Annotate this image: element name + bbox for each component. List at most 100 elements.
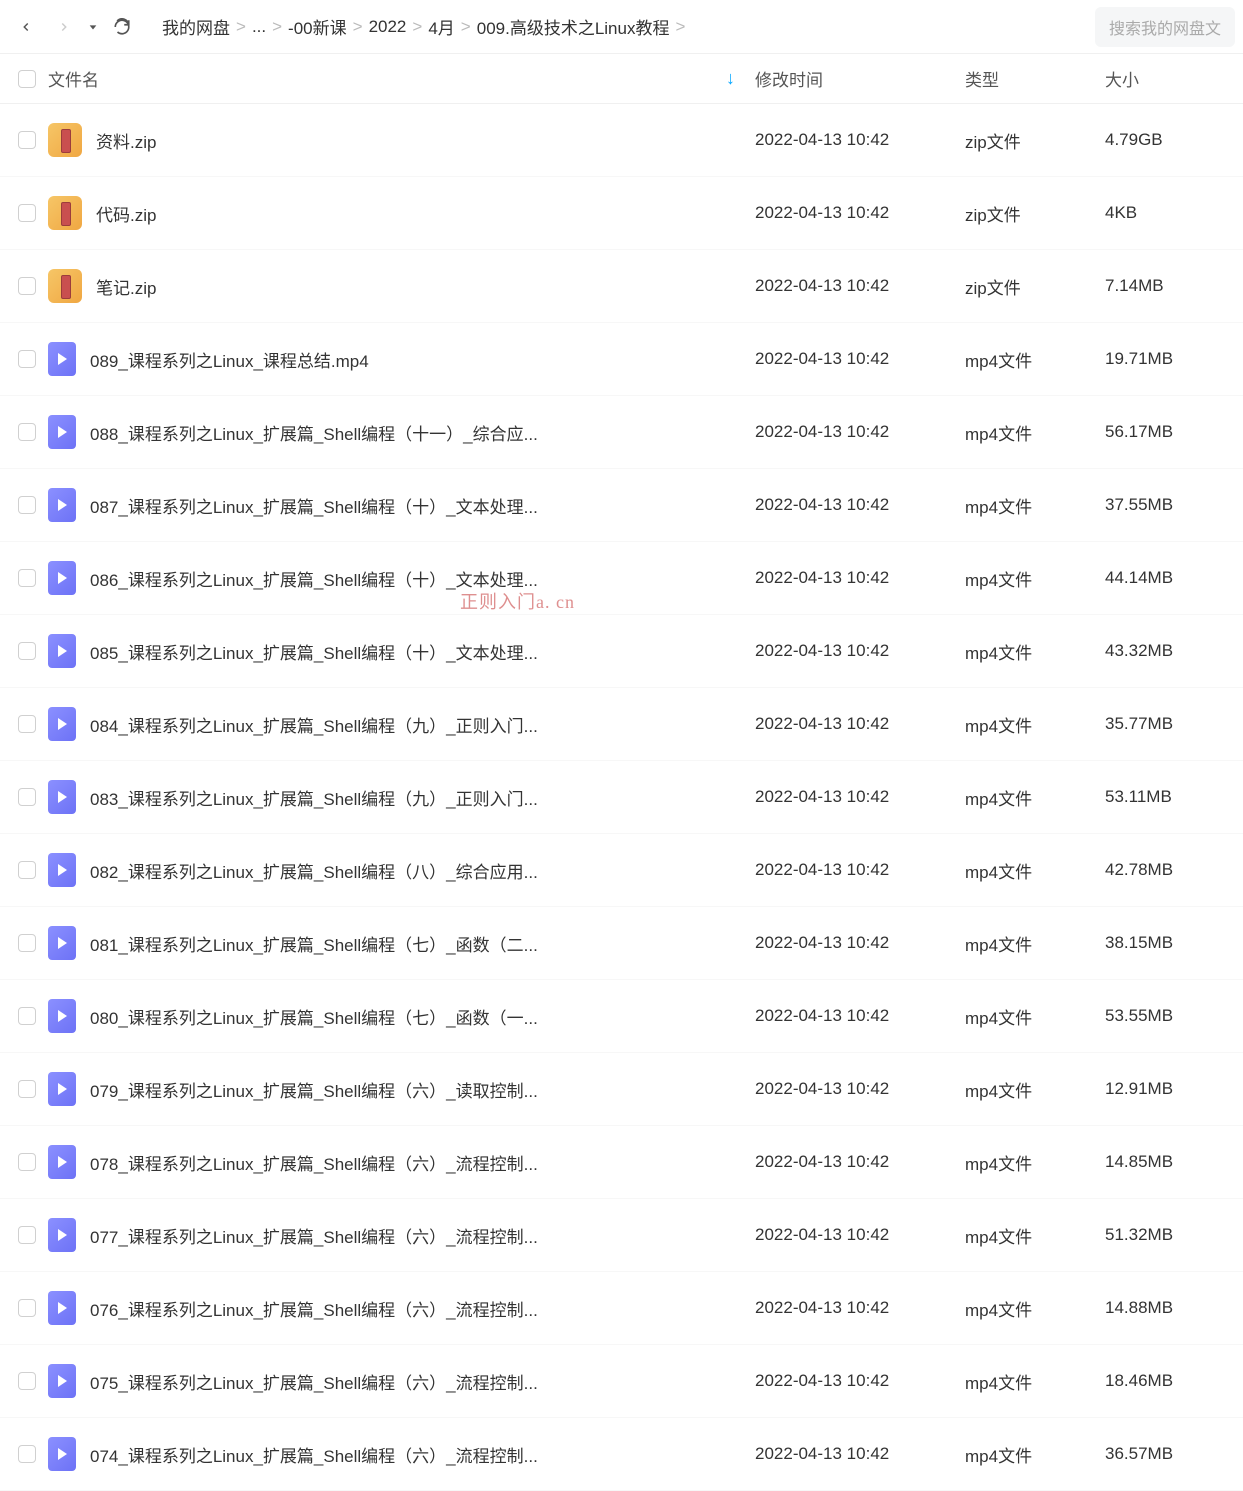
file-name[interactable]: 077_课程系列之Linux_扩展篇_Shell编程（六）_流程控制...	[90, 1223, 538, 1248]
table-row[interactable]: 084_课程系列之Linux_扩展篇_Shell编程（九）_正则入门...202…	[0, 688, 1243, 761]
video-file-icon	[48, 1145, 76, 1179]
column-header-date[interactable]: 修改时间	[755, 66, 965, 91]
file-name[interactable]: 084_课程系列之Linux_扩展篇_Shell编程（九）_正则入门...	[90, 712, 538, 737]
table-row[interactable]: 077_课程系列之Linux_扩展篇_Shell编程（六）_流程控制...202…	[0, 1199, 1243, 1272]
crumb-root[interactable]: 我的网盘	[162, 14, 230, 39]
table-row[interactable]: 079_课程系列之Linux_扩展篇_Shell编程（六）_读取控制... 202…	[0, 1053, 1243, 1126]
video-file-icon	[48, 999, 76, 1033]
file-type: mp4文件	[965, 639, 1105, 664]
table-row[interactable]: 087_课程系列之Linux_扩展篇_Shell编程（十）_文本处理... 202…	[0, 469, 1243, 542]
file-name[interactable]: 资料.zip	[96, 128, 156, 153]
search-input[interactable]: 搜索我的网盘文	[1095, 7, 1235, 47]
select-all-checkbox[interactable]	[18, 70, 36, 88]
table-row[interactable]: 资料.zip2022-04-13 10:42zip文件4.79GB	[0, 104, 1243, 177]
row-checkbox[interactable]	[18, 934, 36, 952]
file-type: mp4文件	[965, 1223, 1105, 1248]
file-name[interactable]: 074_课程系列之Linux_扩展篇_Shell编程（六）_流程控制...	[90, 1442, 538, 1467]
crumb-folder[interactable]: -00新课	[288, 14, 347, 39]
file-name[interactable]: 081_课程系列之Linux_扩展篇_Shell编程（七）_函数（二...	[90, 931, 538, 956]
file-size: 56.17MB	[1105, 422, 1225, 442]
file-name[interactable]: 088_课程系列之Linux_扩展篇_Shell编程（十一）_综合应...	[90, 420, 538, 445]
file-type: mp4文件	[965, 1296, 1105, 1321]
file-name[interactable]: 085_课程系列之Linux_扩展篇_Shell编程（十）_文本处理...	[90, 639, 538, 664]
file-date: 2022-04-13 10:42	[755, 495, 965, 515]
table-row[interactable]: 074_课程系列之Linux_扩展篇_Shell编程（六）_流程控制... 202…	[0, 1418, 1243, 1491]
table-row[interactable]: 086_课程系列之Linux_扩展篇_Shell编程（十）_文本处理...202…	[0, 542, 1243, 615]
file-date: 2022-04-13 10:42	[755, 1152, 965, 1172]
file-name[interactable]: 089_课程系列之Linux_课程总结.mp4	[90, 347, 369, 372]
file-date: 2022-04-13 10:42	[755, 1079, 965, 1099]
back-button[interactable]	[8, 9, 44, 45]
table-row[interactable]: 078_课程系列之Linux_扩展篇_Shell编程（六）_流程控制... 202…	[0, 1126, 1243, 1199]
table-row[interactable]: 076_课程系列之Linux_扩展篇_Shell编程（六）_流程控制...202…	[0, 1272, 1243, 1345]
table-row[interactable]: 笔记.zip2022-04-13 10:42zip文件7.14MB	[0, 250, 1243, 323]
table-row[interactable]: 075_课程系列之Linux_扩展篇_Shell编程（六）_流程控制...202…	[0, 1345, 1243, 1418]
row-checkbox[interactable]	[18, 1153, 36, 1171]
file-size: 42.78MB	[1105, 860, 1225, 880]
video-file-icon	[48, 926, 76, 960]
file-date: 2022-04-13 10:42	[755, 641, 965, 661]
row-checkbox[interactable]	[18, 1299, 36, 1317]
row-checkbox[interactable]	[18, 277, 36, 295]
file-name[interactable]: 080_课程系列之Linux_扩展篇_Shell编程（七）_函数（一...	[90, 1004, 538, 1029]
table-row[interactable]: 088_课程系列之Linux_扩展篇_Shell编程（十一）_综合应...202…	[0, 396, 1243, 469]
history-dropdown[interactable]	[84, 9, 102, 45]
row-checkbox[interactable]	[18, 788, 36, 806]
crumb-ellipsis[interactable]: ...	[252, 17, 266, 37]
file-name[interactable]: 087_课程系列之Linux_扩展篇_Shell编程（十）_文本处理...	[90, 493, 538, 518]
file-date: 2022-04-13 10:42	[755, 1444, 965, 1464]
row-checkbox[interactable]	[18, 350, 36, 368]
file-type: mp4文件	[965, 1442, 1105, 1467]
row-checkbox[interactable]	[18, 569, 36, 587]
crumb-folder[interactable]: 4月	[428, 14, 454, 39]
chevron-right-icon: >	[353, 17, 363, 37]
file-date: 2022-04-13 10:42	[755, 203, 965, 223]
file-name[interactable]: 075_课程系列之Linux_扩展篇_Shell编程（六）_流程控制...	[90, 1369, 538, 1394]
file-name[interactable]: 083_课程系列之Linux_扩展篇_Shell编程（九）_正则入门...	[90, 785, 538, 810]
video-file-icon	[48, 488, 76, 522]
row-checkbox[interactable]	[18, 1007, 36, 1025]
crumb-current[interactable]: 009.高级技术之Linux教程	[477, 14, 670, 39]
crumb-folder[interactable]: 2022	[369, 17, 407, 37]
file-date: 2022-04-13 10:42	[755, 349, 965, 369]
table-row[interactable]: 代码.zip2022-04-13 10:42zip文件4KB	[0, 177, 1243, 250]
row-checkbox[interactable]	[18, 496, 36, 514]
video-file-icon	[48, 1072, 76, 1106]
video-file-icon	[48, 1364, 76, 1398]
column-header-name[interactable]: 文件名 ↓	[48, 66, 755, 91]
video-file-icon	[48, 1437, 76, 1471]
table-row[interactable]: 083_课程系列之Linux_扩展篇_Shell编程（九）_正则入门...202…	[0, 761, 1243, 834]
table-row[interactable]: 089_课程系列之Linux_课程总结.mp42022-04-13 10:42m…	[0, 323, 1243, 396]
forward-button[interactable]	[46, 9, 82, 45]
file-size: 12.91MB	[1105, 1079, 1225, 1099]
file-name[interactable]: 086_课程系列之Linux_扩展篇_Shell编程（十）_文本处理...	[90, 566, 538, 591]
refresh-button[interactable]	[104, 9, 140, 45]
file-name[interactable]: 代码.zip	[96, 201, 156, 226]
row-checkbox[interactable]	[18, 642, 36, 660]
file-name[interactable]: 076_课程系列之Linux_扩展篇_Shell编程（六）_流程控制...	[90, 1296, 538, 1321]
video-file-icon	[48, 561, 76, 595]
column-header-size[interactable]: 大小	[1105, 66, 1225, 91]
file-size: 53.11MB	[1105, 787, 1225, 807]
table-row[interactable]: 085_课程系列之Linux_扩展篇_Shell编程（十）_文本处理... 202…	[0, 615, 1243, 688]
file-name[interactable]: 078_课程系列之Linux_扩展篇_Shell编程（六）_流程控制...	[90, 1150, 538, 1175]
file-name[interactable]: 笔记.zip	[96, 274, 156, 299]
table-row[interactable]: 080_课程系列之Linux_扩展篇_Shell编程（七）_函数（一...202…	[0, 980, 1243, 1053]
file-name[interactable]: 079_课程系列之Linux_扩展篇_Shell编程（六）_读取控制...	[90, 1077, 538, 1102]
zip-file-icon	[48, 269, 82, 303]
row-checkbox[interactable]	[18, 423, 36, 441]
row-checkbox[interactable]	[18, 131, 36, 149]
row-checkbox[interactable]	[18, 204, 36, 222]
row-checkbox[interactable]	[18, 1226, 36, 1244]
row-checkbox[interactable]	[18, 1372, 36, 1390]
file-size: 38.15MB	[1105, 933, 1225, 953]
row-checkbox[interactable]	[18, 861, 36, 879]
table-row[interactable]: 082_课程系列之Linux_扩展篇_Shell编程（八）_综合应用...202…	[0, 834, 1243, 907]
row-checkbox[interactable]	[18, 1445, 36, 1463]
table-row[interactable]: 081_课程系列之Linux_扩展篇_Shell编程（七）_函数（二...202…	[0, 907, 1243, 980]
column-header-type[interactable]: 类型	[965, 66, 1105, 91]
file-name[interactable]: 082_课程系列之Linux_扩展篇_Shell编程（八）_综合应用...	[90, 858, 538, 883]
file-type: mp4文件	[965, 1004, 1105, 1029]
row-checkbox[interactable]	[18, 1080, 36, 1098]
row-checkbox[interactable]	[18, 715, 36, 733]
